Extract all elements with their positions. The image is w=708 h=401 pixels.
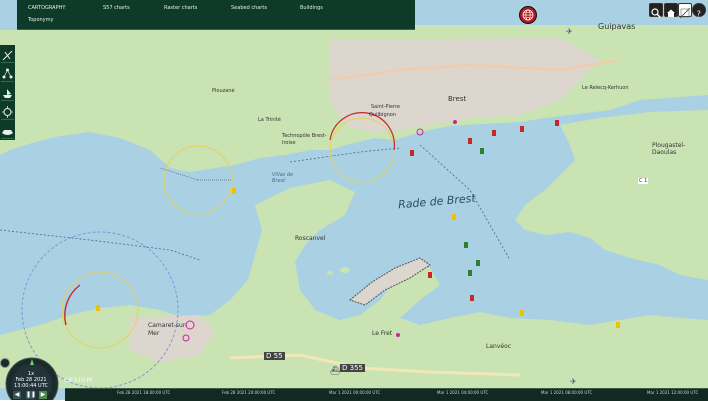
animation-widget: 1x Feb 28 2021 13:00:44 UTC ◀ ❚❚ ▶ xyxy=(0,356,62,400)
play-button[interactable]: ▶ xyxy=(39,391,47,399)
network-tool-icon[interactable] xyxy=(1,66,14,82)
search-icon[interactable] xyxy=(649,3,663,18)
map-canvas[interactable]: ✈ ✈ ⛴ xyxy=(0,0,708,400)
map-label-quilbignon: Quilbignon xyxy=(369,112,397,118)
map-label-saintpierre: Saint-Pierre xyxy=(371,104,400,110)
menu-toponymy[interactable]: Toponymy xyxy=(28,17,53,23)
map-label-c1: C 1 xyxy=(638,178,649,184)
menu-cartography[interactable]: CARTOGRAPHY xyxy=(28,5,65,11)
map-label-guipavas: Guipavas xyxy=(598,22,636,31)
left-toolbar xyxy=(0,45,15,140)
map-label-relecq: Le Relecq-Kerhuon xyxy=(582,85,629,91)
svg-text:⛴: ⛴ xyxy=(330,366,340,375)
timeline-tick: Feb 28 2021 20:00:00 UTC xyxy=(222,390,276,395)
globe-icon[interactable] xyxy=(519,6,537,24)
map-label-d55: D 55 xyxy=(264,352,285,360)
timeline-tick: Feb 28 2021 18:00:00 UTC xyxy=(117,390,171,395)
menu-raster-charts[interactable]: Raster charts xyxy=(164,5,197,11)
map-label-vilasdebrest: Villas de Brest xyxy=(272,172,294,184)
top-menu-bar: CARTOGRAPHY S57 charts Raster charts Sea… xyxy=(17,0,415,30)
map-label-plouzane: Plouzané xyxy=(212,88,235,94)
map-label-latrinite: La Trinité xyxy=(258,117,281,123)
search-icon-glyph xyxy=(651,8,661,18)
map-label-d355: D 355 xyxy=(340,364,365,372)
timeline-tick: Mar 1 2021 12:00:00 UTC xyxy=(647,390,699,395)
map-label-lanveoc: Lanvéoc xyxy=(486,343,512,350)
menu-seabed-charts[interactable]: Seabed charts xyxy=(231,5,267,11)
map-label-plougastel: Plougastel-Daoulas xyxy=(652,142,686,156)
clock-time: 13:00:44 UTC xyxy=(14,383,48,389)
satellite-tool-icon[interactable] xyxy=(1,47,14,63)
map-label-camaret: Camaret-sur-Mer xyxy=(148,322,188,337)
layers-icon-glyph xyxy=(679,7,691,19)
boat-tool-icon[interactable] xyxy=(1,85,14,101)
map-label-technopole: Technopôle Brest-Iroise xyxy=(282,133,327,146)
menu-buildings[interactable]: Buildings xyxy=(300,5,323,11)
weather-tool-icon[interactable] xyxy=(1,104,14,120)
globe-icon-glyph xyxy=(522,9,534,21)
home-icon-glyph xyxy=(667,9,675,17)
timeline-tick: Mar 1 2021 08:00:00 UTC xyxy=(541,390,593,395)
rewind-button[interactable]: ◀ xyxy=(13,391,21,399)
home-icon[interactable] xyxy=(664,3,678,17)
cesium-logo: CESIUM xyxy=(64,377,93,384)
clock-settings-icon[interactable] xyxy=(0,358,10,368)
svg-text:✈: ✈ xyxy=(566,27,573,36)
timeline-bar[interactable]: Feb 28 2021 18:00:00 UTC Feb 28 2021 20:… xyxy=(65,388,708,401)
map-label-lefret: Le Fret xyxy=(372,330,393,337)
help-icon-glyph: ? xyxy=(697,10,701,19)
help-icon[interactable]: ? xyxy=(692,3,706,19)
map-label-roscanvel: Roscanvel xyxy=(295,235,326,242)
timeline-tick: Mar 1 2021 00:00:00 UTC xyxy=(329,390,381,395)
map-label-brest: Brest xyxy=(448,95,467,103)
timeline-tick: Mar 1 2021 04:00:00 UTC xyxy=(437,390,489,395)
menu-s57-charts[interactable]: S57 charts xyxy=(103,5,130,11)
ship-tool-icon[interactable] xyxy=(1,123,14,139)
pause-button[interactable]: ❚❚ xyxy=(26,391,36,399)
svg-text:✈: ✈ xyxy=(570,377,577,386)
layers-icon[interactable] xyxy=(678,3,692,19)
svg-text:?: ? xyxy=(697,10,701,19)
